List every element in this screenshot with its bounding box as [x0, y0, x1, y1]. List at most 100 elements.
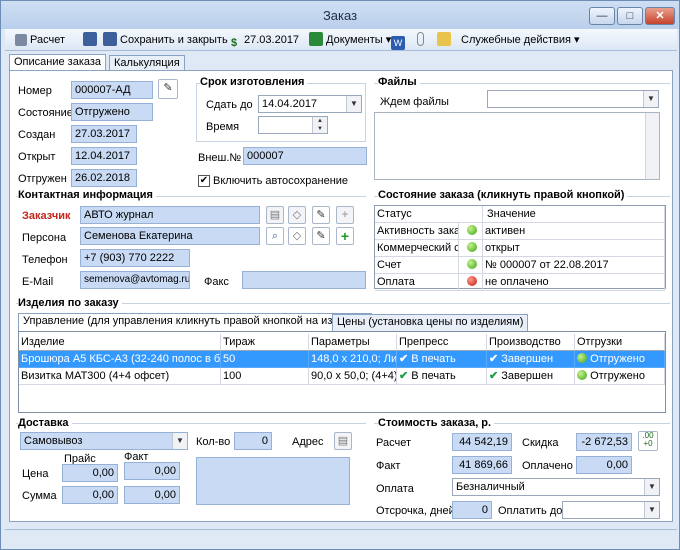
- status-name: Активность заказа: [375, 223, 459, 240]
- discount-field[interactable]: -2 672,53: [576, 433, 632, 451]
- files-title: Файлы: [378, 76, 420, 88]
- person-field[interactable]: Семенова Екатерина: [80, 227, 260, 245]
- delivery-qty-label: Кол-во: [196, 436, 231, 448]
- green-dot-icon: [577, 353, 587, 363]
- cost-title: Стоимость заказа, р.: [378, 417, 495, 429]
- fax-field[interactable]: [242, 271, 366, 289]
- person-edit-button[interactable]: ✎: [312, 227, 330, 245]
- table-row[interactable]: Брошюра А5 КБС-А3 (32-240 полос в блоке)…: [19, 351, 665, 368]
- paid-field[interactable]: 0,00: [576, 456, 632, 474]
- round-numbers-icon: .00 +0: [642, 431, 654, 448]
- word-button[interactable]: W: [391, 32, 408, 50]
- check-icon: ✔: [489, 353, 499, 365]
- number-label: Номер: [18, 85, 52, 97]
- ext-number-field[interactable]: 000007: [243, 147, 367, 165]
- col-params[interactable]: Параметры: [309, 334, 397, 351]
- chevron-down-icon: ▼: [644, 502, 659, 518]
- shipped-field[interactable]: 26.02.2018: [71, 169, 137, 187]
- contact-title: Контактная информация: [18, 189, 156, 201]
- state-field[interactable]: Отгружено: [71, 103, 153, 121]
- close-button[interactable]: ✕: [645, 7, 675, 25]
- col-item[interactable]: Изделие: [19, 334, 221, 351]
- customer-add-button[interactable]: +: [336, 206, 354, 224]
- delivery-method-select[interactable]: Самовывоз ▼: [20, 432, 188, 450]
- pay-until-picker[interactable]: ▼: [562, 501, 660, 519]
- status-rows: Активность заказа активен Коммерческий с…: [375, 223, 665, 291]
- documents-menu[interactable]: Документы ▾: [309, 32, 391, 49]
- phone-field[interactable]: +7 (903) 770 2222: [80, 249, 190, 267]
- item-production: ✔ Завершен: [487, 368, 575, 385]
- customer-clear-button[interactable]: ◇: [288, 206, 306, 224]
- green-dot-icon: [577, 370, 587, 380]
- calculator-icon: [15, 34, 27, 46]
- sum-fact-field[interactable]: 0,00: [124, 486, 180, 504]
- order-description-panel: Номер 000007-АД ✎ Состояние Отгружено Со…: [9, 70, 673, 522]
- item-params: 148,0 x 210,0; Лист: [309, 351, 397, 368]
- status-value: не оплачено: [483, 274, 665, 291]
- address-text[interactable]: [196, 457, 350, 505]
- email-label: E-Mail: [22, 276, 54, 288]
- term-title: Срок изготовления: [200, 76, 308, 88]
- save-close-button[interactable]: Сохранить и закрыть: [103, 32, 228, 49]
- email-field[interactable]: semenova@avtomag.ru: [80, 271, 190, 289]
- payment-select[interactable]: Безналичный ▼: [452, 478, 660, 496]
- price-price-field[interactable]: 0,00: [62, 464, 118, 482]
- paid-label: Оплачено: [522, 460, 573, 472]
- attach-button[interactable]: [417, 32, 427, 49]
- table-row[interactable]: Визитка МАТ300 (4+4 офсет) 100 90,0 x 50…: [19, 368, 665, 385]
- eraser-icon: ◇: [292, 230, 302, 242]
- fact-field[interactable]: 41 869,66: [452, 456, 512, 474]
- item-shipping: Отгружено: [575, 368, 665, 385]
- delivery-qty-field[interactable]: 0: [234, 432, 272, 450]
- calc-field[interactable]: 44 542,19: [452, 433, 512, 451]
- pencil-icon: ✎: [316, 230, 326, 242]
- tab-items-prices[interactable]: Цены (установка цены по изделиям): [332, 314, 529, 331]
- created-field[interactable]: 27.03.2017: [71, 125, 137, 143]
- customer-edit-button[interactable]: ✎: [312, 206, 330, 224]
- col-prepress[interactable]: Препресс: [397, 334, 487, 351]
- opened-field[interactable]: 12.04.2017: [71, 147, 137, 165]
- person-search-button[interactable]: ⌕: [266, 227, 284, 245]
- person-clear-button[interactable]: ◇: [288, 227, 306, 245]
- pencil-icon: ✎: [163, 82, 173, 94]
- time-spinner[interactable]: ▲ ▼: [258, 116, 328, 134]
- number-field[interactable]: 000007-АД: [71, 81, 153, 99]
- wait-files-select[interactable]: ▼: [487, 90, 659, 108]
- maximize-button[interactable]: □: [617, 7, 643, 25]
- col-shipping[interactable]: Отгрузки: [575, 334, 665, 351]
- toolbar: Расчет Сохранить и закрыть $27.03.2017 Д…: [5, 29, 677, 51]
- chevron-down-icon: ▼: [172, 433, 187, 449]
- files-scrollbar[interactable]: [645, 113, 659, 179]
- minimize-button[interactable]: —: [589, 7, 615, 25]
- chevron-down-icon: ▼: [644, 479, 659, 495]
- person-add-button[interactable]: +: [336, 227, 354, 245]
- customer-doc-button[interactable]: ▤: [266, 206, 284, 224]
- calc-button[interactable]: Расчет: [15, 32, 65, 49]
- pay-until-label: Оплатить до: [498, 505, 563, 517]
- price-fact-field[interactable]: 0,00: [124, 462, 180, 480]
- sum-price-field[interactable]: 0,00: [62, 486, 118, 504]
- item-name: Визитка МАТ300 (4+4 офсет): [19, 368, 221, 385]
- tab-items-management[interactable]: Управление (для управления кликнуть прав…: [18, 313, 372, 331]
- service-menu[interactable]: Служебные действия ▾: [461, 32, 580, 49]
- value-header: Значение: [483, 206, 665, 223]
- defer-label: Отсрочка, дней: [376, 505, 455, 517]
- status-value: № 000007 от 22.08.2017: [483, 257, 665, 274]
- col-qty[interactable]: Тираж: [221, 334, 309, 351]
- status-grid: Статус Значение Активность заказа активе…: [374, 205, 666, 291]
- col-production[interactable]: Производство: [487, 334, 575, 351]
- round-button[interactable]: .00 +0: [638, 431, 658, 451]
- address-doc-button[interactable]: ▤: [334, 432, 352, 450]
- customer-field[interactable]: АВТО журнал: [80, 206, 260, 224]
- defer-field[interactable]: 0: [452, 501, 492, 519]
- item-prepress: ✔ В печать: [397, 351, 487, 368]
- edit-number-button[interactable]: ✎: [158, 79, 178, 99]
- folder-button[interactable]: [437, 32, 454, 49]
- autosave-checkbox[interactable]: ✔: [198, 175, 210, 187]
- save-icon-button[interactable]: [83, 32, 100, 49]
- pencil-icon: ✎: [316, 209, 326, 221]
- payment-label: Оплата: [376, 483, 414, 495]
- date-button[interactable]: $27.03.2017: [231, 32, 299, 49]
- files-list[interactable]: [374, 112, 660, 180]
- due-date-picker[interactable]: 14.04.2017 ▼: [258, 95, 362, 113]
